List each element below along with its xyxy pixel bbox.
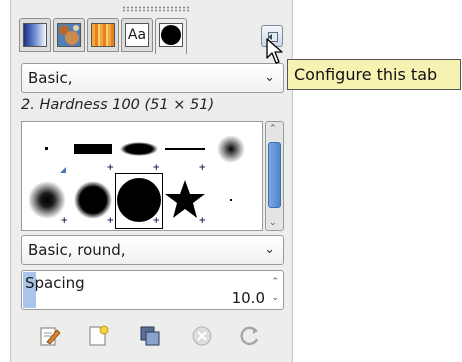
gradient-icon [23, 23, 47, 47]
refresh-brushes-button[interactable] [237, 323, 263, 349]
spacing-label: Spacing [25, 274, 85, 292]
plus-icon: + [60, 216, 68, 226]
scrollbar-thumb[interactable] [268, 142, 281, 208]
brush-tags-combo[interactable]: Basic, round, ⌄ [21, 235, 284, 265]
plus-icon: + [198, 216, 206, 226]
font-tab-label: Aa [127, 27, 147, 43]
edit-brush-button[interactable] [37, 323, 63, 349]
scroll-up-icon[interactable]: ⌃ [269, 124, 277, 134]
plus-icon: + [106, 216, 114, 226]
new-brush-button[interactable] [85, 323, 111, 349]
delete-icon [192, 326, 212, 346]
tab-gradients[interactable] [19, 18, 51, 52]
font-icon: Aa [125, 23, 149, 47]
brush-star[interactable]: + [162, 176, 208, 228]
dock-drag-handle[interactable] [122, 6, 190, 12]
refresh-icon [240, 326, 259, 346]
brush-line-thin[interactable]: + [162, 123, 208, 175]
brushes-dock: Aa Basic, ⌄ 2. Hardness 100 (51 × 51) + … [10, 0, 293, 362]
brush-grid[interactable]: + + + + + + + [21, 121, 263, 231]
tab-palettes[interactable] [87, 18, 119, 52]
spacing-spinscale[interactable]: Spacing 10.0 ⌃ ⌄ [21, 270, 284, 310]
tab-patterns[interactable] [53, 18, 85, 52]
brush-fuzzy-small[interactable] [208, 123, 254, 175]
brush-grid-scrollbar[interactable]: ⌃ ⌄ [265, 121, 284, 231]
spin-down-icon[interactable]: ⌄ [271, 293, 279, 303]
brush-fuzzy-large[interactable]: + [24, 176, 70, 228]
chevron-down-icon[interactable]: ⌄ [264, 236, 275, 264]
new-document-icon [89, 325, 109, 346]
duplicate-icon [140, 326, 160, 346]
tag-filter-value: Basic, [28, 69, 73, 87]
brush-tag-filter-combo[interactable]: Basic, ⌄ [21, 63, 284, 93]
mouse-pointer-icon [266, 38, 283, 64]
selected-brush-title: 2. Hardness 100 (51 × 51) [21, 97, 215, 113]
plus-icon: + [106, 163, 114, 173]
spin-up-icon[interactable]: ⌃ [271, 277, 279, 287]
spacing-value[interactable]: 10.0 [232, 289, 265, 307]
scroll-down-icon[interactable]: ⌄ [269, 218, 277, 228]
brush-tags-value: Basic, round, [28, 241, 126, 259]
plus-icon: + [152, 163, 160, 173]
brush-ellipse-soft[interactable]: + [116, 123, 162, 175]
chevron-down-icon[interactable]: ⌄ [264, 64, 275, 92]
edit-icon [40, 327, 61, 346]
brush-block-wide[interactable]: + [70, 123, 116, 175]
tab-brushes[interactable] [155, 18, 187, 54]
brush-pixel-1[interactable] [24, 123, 70, 175]
brush-hardness-075[interactable]: + [70, 176, 116, 228]
palette-icon [91, 23, 115, 47]
tab-fonts[interactable]: Aa [121, 18, 153, 52]
configure-tab-tooltip: Configure this tab [287, 59, 461, 90]
brush-pixel-2[interactable] [208, 176, 254, 228]
pattern-icon [57, 23, 81, 47]
brush-icon [159, 23, 183, 47]
delete-brush-button[interactable] [189, 323, 215, 349]
brush-hardness-100-selected[interactable]: + [115, 173, 163, 229]
plus-icon: + [198, 163, 206, 173]
duplicate-brush-button[interactable] [137, 323, 163, 349]
plus-icon: + [152, 216, 160, 226]
